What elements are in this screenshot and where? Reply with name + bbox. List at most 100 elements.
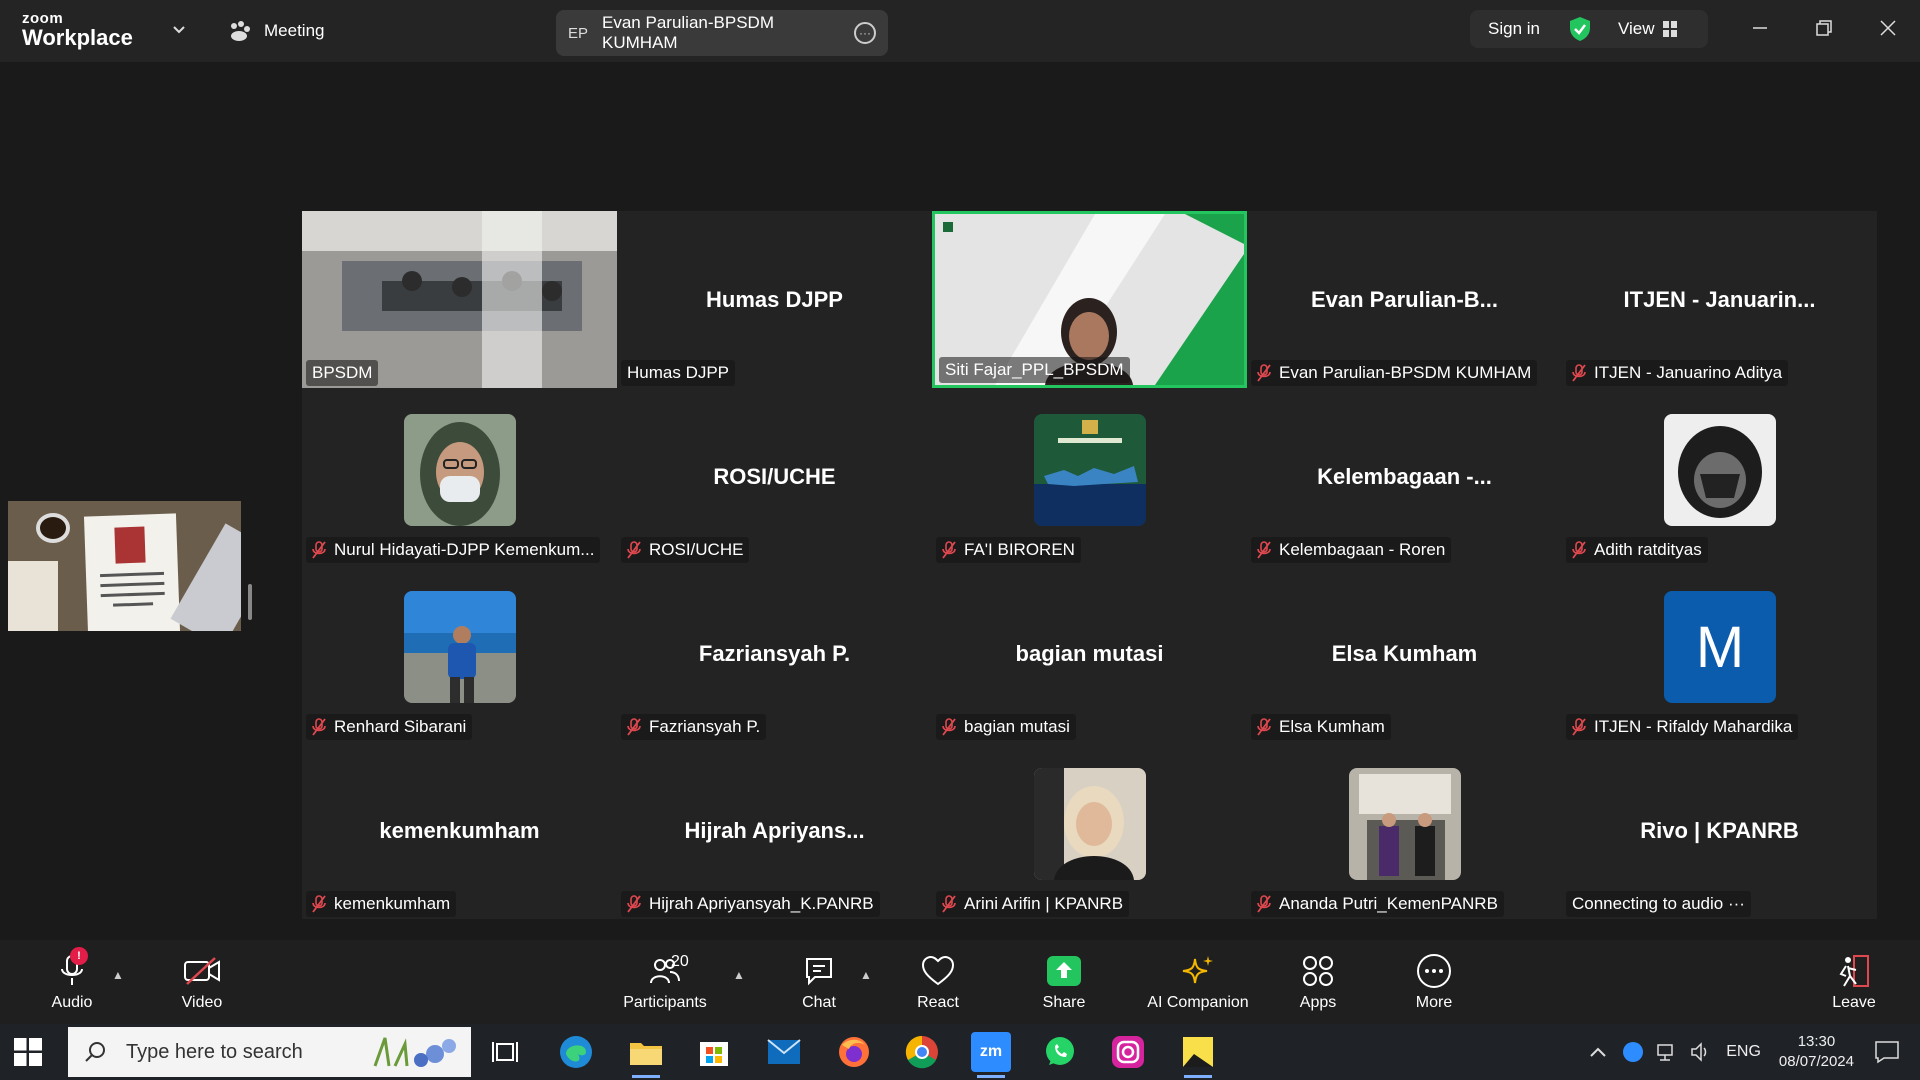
participant-name: Ananda Putri_KemenPANRB bbox=[1279, 894, 1498, 913]
notification-icon[interactable] bbox=[1874, 1040, 1900, 1064]
firefox-icon[interactable] bbox=[834, 1032, 874, 1072]
participant-name: Arini Arifin | KPANRB bbox=[964, 894, 1124, 913]
minimize-button[interactable] bbox=[1728, 0, 1792, 56]
chat-icon bbox=[806, 957, 832, 985]
audio-button[interactable]: ! Audio bbox=[44, 940, 100, 1024]
participant-tile[interactable]: Elsa Kumham Elsa Kumham bbox=[1247, 565, 1562, 742]
panel-resize-handle[interactable] bbox=[248, 584, 252, 620]
participant-name: kemenkumham bbox=[334, 894, 451, 913]
react-label: React bbox=[917, 993, 959, 1011]
participant-name: Nurul Hidayati-DJPP Kemenkum... bbox=[334, 540, 595, 559]
participant-tile[interactable]: Fazriansyah P. Fazriansyah P. bbox=[617, 565, 932, 742]
apps-button[interactable]: Apps bbox=[1290, 940, 1346, 1024]
apps-label: Apps bbox=[1299, 993, 1337, 1011]
participant-tile[interactable]: ITJEN - Januarin... ITJEN - Januarino Adi… bbox=[1562, 211, 1877, 388]
zoom-tray-icon[interactable] bbox=[1622, 1041, 1644, 1063]
participants-button[interactable]: 20 Participants bbox=[614, 940, 716, 1024]
search-highlight-icon bbox=[373, 1037, 456, 1067]
whatsapp-icon[interactable] bbox=[1040, 1032, 1080, 1072]
clock[interactable]: 13:30 08/07/2024 bbox=[1779, 1032, 1854, 1072]
participant-display-name: bagian mutasi bbox=[1015, 641, 1164, 666]
taskbar-search-box[interactable]: Type here to search bbox=[68, 1027, 471, 1077]
ai-companion-button[interactable]: AI Companion bbox=[1140, 940, 1256, 1024]
participant-name-label: BPSDM bbox=[306, 360, 379, 386]
restore-button[interactable] bbox=[1792, 0, 1856, 56]
participant-tile[interactable]: Nurul Hidayati-DJPP Kemenkum... bbox=[302, 388, 617, 565]
participant-name: Renhard Sibarani bbox=[334, 717, 467, 736]
participant-name-label: Hijrah Apriyansyah_K.PANRB bbox=[621, 891, 880, 917]
participant-tile[interactable]: Kelembagaan -... Kelembagaan - Roren bbox=[1247, 388, 1562, 565]
participants-label: Participants bbox=[623, 993, 707, 1011]
volume-icon[interactable] bbox=[1690, 1041, 1712, 1063]
zoom-logo: zoom Workplace bbox=[22, 11, 133, 49]
audio-label: Audio bbox=[51, 993, 93, 1011]
chrome-icon[interactable] bbox=[902, 1032, 942, 1072]
participant-name: ROSI/UCHE bbox=[649, 540, 744, 559]
react-button[interactable]: React bbox=[910, 940, 966, 1024]
shared-screen-thumbnail[interactable] bbox=[8, 501, 241, 631]
participant-tile[interactable]: Humas DJPP Humas DJPP bbox=[617, 211, 932, 388]
logo-zoom-text: zoom bbox=[22, 10, 64, 27]
clock-time: 13:30 bbox=[1797, 1033, 1836, 1050]
chat-options-caret-icon[interactable]: ▲ bbox=[860, 968, 872, 982]
store-icon[interactable] bbox=[694, 1032, 734, 1072]
more-button[interactable]: More bbox=[1406, 940, 1462, 1024]
close-icon bbox=[1880, 20, 1896, 36]
meeting-toolbar: ! Audio ▲ Video 20 Participants ▲ Chat ▲… bbox=[0, 940, 1920, 1024]
language-indicator[interactable]: ENG bbox=[1726, 1043, 1761, 1061]
participant-tile[interactable]: ROSI/UCHE ROSI/UCHE bbox=[617, 388, 932, 565]
mail-icon[interactable] bbox=[764, 1032, 804, 1072]
instagram-icon[interactable] bbox=[1108, 1032, 1148, 1072]
edge-icon[interactable] bbox=[556, 1032, 596, 1072]
participant-tile[interactable]: BPSDM bbox=[302, 211, 617, 388]
avatar-letter: M bbox=[1695, 614, 1745, 680]
participant-tile[interactable]: Rivo | KPANRB Connecting to audio ··· bbox=[1562, 742, 1877, 919]
file-explorer-icon[interactable] bbox=[626, 1032, 666, 1078]
sign-in-button[interactable]: Sign in bbox=[1488, 19, 1540, 39]
participant-tile[interactable]: Evan Parulian-B... Evan Parulian-BPSDM KU… bbox=[1247, 211, 1562, 388]
network-icon[interactable] bbox=[1656, 1041, 1678, 1063]
participant-tile[interactable]: Ananda Putri_KemenPANRB bbox=[1247, 742, 1562, 919]
chat-button[interactable]: Chat bbox=[790, 940, 848, 1024]
video-label: Video bbox=[181, 993, 223, 1011]
participant-name: ITJEN - Januarino Aditya bbox=[1594, 363, 1783, 382]
muted-mic-icon bbox=[1572, 541, 1586, 559]
muted-mic-icon bbox=[312, 895, 326, 913]
muted-mic-icon bbox=[1257, 541, 1271, 559]
muted-mic-icon bbox=[627, 718, 641, 736]
participant-tile[interactable]: kemenkumham kemenkumham bbox=[302, 742, 617, 919]
host-initials: EP bbox=[568, 24, 589, 42]
participant-name-label: ROSI/UCHE bbox=[621, 537, 750, 563]
close-button[interactable] bbox=[1856, 0, 1920, 56]
thumbnail-cup-image bbox=[36, 513, 70, 543]
participant-tile[interactable]: bagian mutasi bagian mutasi bbox=[932, 565, 1247, 742]
participant-tile[interactable]: Renhard Sibarani bbox=[302, 565, 617, 742]
sticky-notes-icon[interactable] bbox=[1178, 1032, 1218, 1078]
host-pill[interactable]: EP Evan Parulian-BPSDM KUMHAM ··· bbox=[556, 10, 888, 56]
participant-display-name: kemenkumham bbox=[379, 818, 540, 843]
participant-tile[interactable]: Hijrah Apriyans... Hijrah Apriyansyah_K.P… bbox=[617, 742, 932, 919]
zoom-app-icon[interactable]: zm bbox=[971, 1032, 1011, 1078]
participant-tile[interactable]: Adith ratdityas bbox=[1562, 388, 1877, 565]
more-options-icon[interactable]: ··· bbox=[854, 22, 876, 44]
audio-options-caret-icon[interactable]: ▲ bbox=[112, 968, 124, 982]
video-button[interactable]: Video bbox=[172, 940, 232, 1024]
chevron-down-icon[interactable] bbox=[172, 22, 186, 36]
leave-button[interactable]: Leave bbox=[1826, 940, 1882, 1024]
participants-options-caret-icon[interactable]: ▲ bbox=[733, 968, 745, 982]
share-label: Share bbox=[1042, 993, 1086, 1011]
view-button[interactable]: View bbox=[1618, 19, 1677, 39]
participant-display-name: Evan Parulian-B... bbox=[1310, 287, 1499, 312]
share-button[interactable]: Share bbox=[1036, 940, 1092, 1024]
windows-start-icon[interactable] bbox=[14, 1038, 42, 1066]
task-view-icon[interactable] bbox=[492, 1039, 518, 1065]
participant-tile[interactable]: Arini Arifin | KPANRB bbox=[932, 742, 1247, 919]
meeting-menu[interactable]: Meeting bbox=[228, 18, 324, 44]
shield-check-icon[interactable] bbox=[1568, 16, 1592, 42]
search-placeholder: Type here to search bbox=[126, 1040, 303, 1063]
participant-tile[interactable]: FA'I BIROREN bbox=[932, 388, 1247, 565]
tray-expand-icon[interactable] bbox=[1590, 1047, 1606, 1057]
participant-tile[interactable]: M ITJEN - Rifaldy Mahardika bbox=[1562, 565, 1877, 742]
participant-tile[interactable]: Siti Fajar_PPL_BPSDM bbox=[932, 211, 1247, 388]
participant-name-label: Siti Fajar_PPL_BPSDM bbox=[939, 357, 1130, 383]
